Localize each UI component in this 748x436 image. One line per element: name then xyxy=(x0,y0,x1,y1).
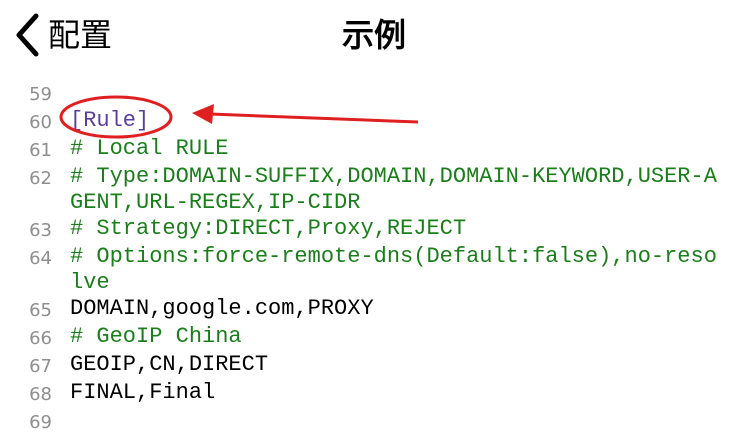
line-number: 64 xyxy=(29,248,52,269)
line-number: 59 xyxy=(29,84,52,105)
code-line[interactable]: 66 # GeoIP China xyxy=(0,324,748,352)
code-text[interactable] xyxy=(70,408,730,434)
code-editor[interactable]: 59 60 [Rule] 61 # Local RULE 62 # Type:D… xyxy=(0,80,748,436)
code-text[interactable] xyxy=(70,80,730,106)
code-line[interactable]: 61 # Local RULE xyxy=(0,136,748,164)
code-line[interactable]: 63 # Strategy:DIRECT,Proxy,REJECT xyxy=(0,216,748,244)
section-header-text[interactable]: [Rule] xyxy=(70,108,730,136)
line-number: 67 xyxy=(29,356,52,377)
code-line[interactable]: 67 GEOIP,CN,DIRECT xyxy=(0,352,748,380)
code-line[interactable]: 69 xyxy=(0,408,748,436)
line-number: 68 xyxy=(29,384,52,405)
line-number: 65 xyxy=(29,300,52,321)
comment-text[interactable]: # Local RULE xyxy=(70,136,730,164)
code-line[interactable]: 59 xyxy=(0,80,748,108)
line-number: 69 xyxy=(29,412,52,433)
rule-text[interactable]: GEOIP,CN,DIRECT xyxy=(70,352,730,380)
code-line[interactable]: 60 [Rule] xyxy=(0,108,748,136)
comment-text[interactable]: # GeoIP China xyxy=(70,324,730,352)
line-number: 62 xyxy=(29,168,52,189)
rule-text[interactable]: FINAL,Final xyxy=(70,380,730,408)
line-number: 61 xyxy=(29,140,52,161)
comment-text[interactable]: # Type:DOMAIN-SUFFIX,DOMAIN,DOMAIN-KEYWO… xyxy=(70,164,730,216)
code-line[interactable]: 62 # Type:DOMAIN-SUFFIX,DOMAIN,DOMAIN-KE… xyxy=(0,164,748,216)
comment-text[interactable]: # Strategy:DIRECT,Proxy,REJECT xyxy=(70,216,730,244)
code-line[interactable]: 65 DOMAIN,google.com,PROXY xyxy=(0,296,748,324)
code-line[interactable]: 64 # Options:force-remote-dns(Default:fa… xyxy=(0,244,748,296)
page-title: 示例 xyxy=(341,16,406,54)
comment-text[interactable]: # Options:force-remote-dns(Default:false… xyxy=(70,244,730,296)
rule-text[interactable]: DOMAIN,google.com,PROXY xyxy=(70,296,730,324)
line-number: 63 xyxy=(29,220,52,241)
line-number: 66 xyxy=(29,328,52,349)
code-line[interactable]: 68 FINAL,Final xyxy=(0,380,748,408)
line-number: 60 xyxy=(29,112,52,133)
navigation-bar: 配置 示例 xyxy=(0,0,748,70)
